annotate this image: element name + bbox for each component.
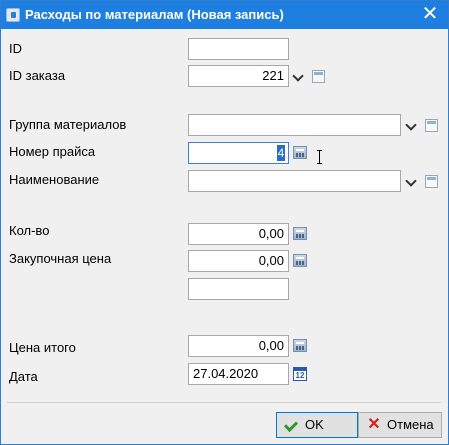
name-field[interactable]	[188, 170, 401, 192]
price-number-field[interactable]: 4	[188, 142, 289, 164]
price-number-calculator-icon[interactable]	[293, 146, 307, 159]
title-bar: Расходы по материалам (Новая запись) ✕	[1, 1, 448, 29]
close-icon[interactable]: ✕	[418, 3, 442, 27]
order-id-lookup-icon[interactable]	[312, 70, 325, 83]
material-group-field[interactable]	[188, 114, 401, 136]
window-title: Расходы по материалам (Новая запись)	[25, 7, 284, 22]
label-date: Дата	[9, 369, 38, 384]
mouse-ibeam-cursor-icon	[317, 150, 323, 164]
purchase-price-field[interactable]: 0,00	[188, 250, 289, 272]
label-price-number: Номер прайса	[9, 144, 96, 159]
label-id: ID	[9, 41, 22, 56]
extra-field[interactable]	[188, 278, 289, 300]
id-field[interactable]	[188, 38, 289, 60]
label-material-group: Группа материалов	[9, 117, 127, 132]
material-group-lookup-icon[interactable]	[425, 119, 438, 132]
cancel-x-icon: ✕	[367, 416, 381, 433]
date-field[interactable]: 27.04.2020	[188, 363, 289, 385]
name-lookup-icon[interactable]	[425, 175, 438, 188]
qty-field[interactable]: 0,00	[188, 223, 289, 245]
order-id-dropdown-chevron-icon[interactable]	[292, 71, 304, 83]
text-caret: 4	[277, 145, 285, 161]
calendar-icon[interactable]: 12	[293, 367, 307, 381]
label-total-price: Цена итого	[9, 340, 76, 355]
purchase-price-calculator-icon[interactable]	[293, 254, 307, 267]
cancel-button[interactable]: ✕ Отмена	[358, 412, 442, 438]
footer-separator	[7, 402, 441, 403]
label-name: Наименование	[9, 172, 100, 187]
name-dropdown-chevron-icon[interactable]	[405, 176, 417, 188]
checkmark-icon	[285, 418, 299, 432]
ok-button[interactable]: OK	[276, 412, 358, 438]
label-purchase-price: Закупочная цена	[9, 251, 112, 266]
label-order-id: ID заказа	[9, 68, 66, 83]
total-price-field[interactable]: 0,00	[188, 335, 289, 357]
material-group-dropdown-chevron-icon[interactable]	[405, 120, 417, 132]
calendar-icon-day: 12	[295, 371, 305, 380]
ok-button-label: OK	[305, 417, 324, 432]
app-icon	[6, 8, 20, 22]
order-id-field[interactable]: 221	[188, 65, 289, 87]
dialog-window: Расходы по материалам (Новая запись) ✕ I…	[0, 0, 449, 445]
cancel-button-label: Отмена	[387, 417, 434, 432]
label-qty: Кол-во	[9, 223, 50, 238]
total-price-calculator-icon[interactable]	[293, 339, 307, 352]
qty-calculator-icon[interactable]	[293, 227, 307, 240]
form-area: ID ID заказа 221 Группа материалов Номер…	[1, 29, 448, 444]
